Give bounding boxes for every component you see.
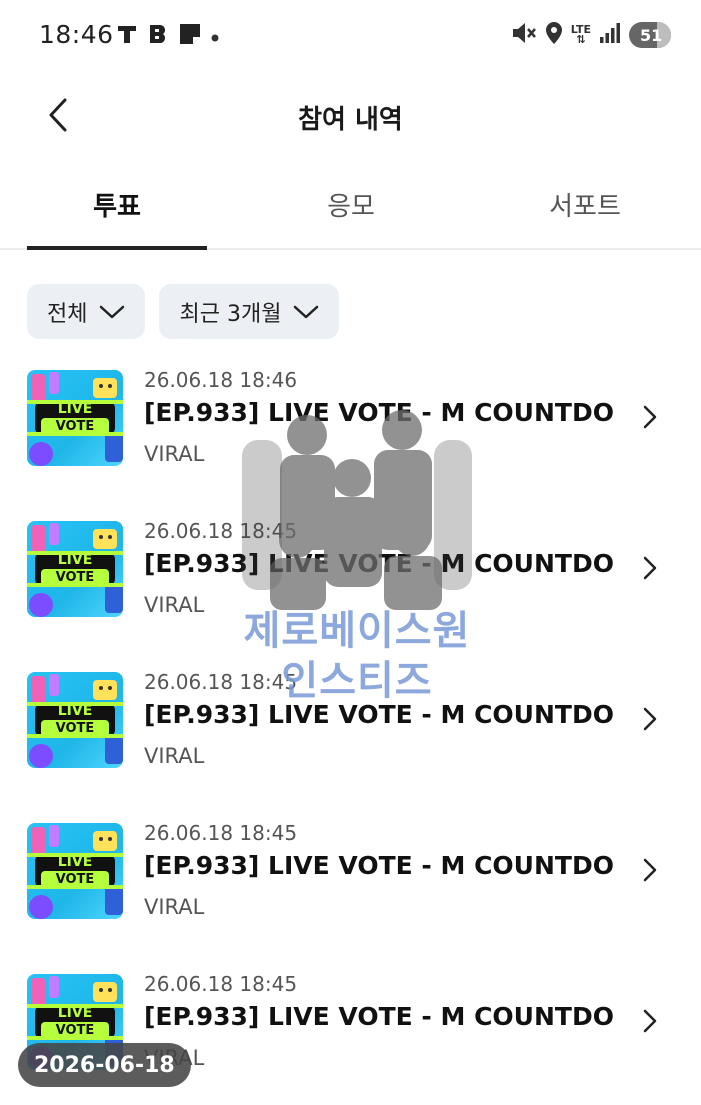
item-date: 26.06.18 18:45 — [144, 972, 298, 996]
period-filter-label: 최근 3개월 — [179, 301, 282, 327]
vote-thumbnail: LIVE VOTE — [27, 370, 123, 466]
item-title: [EP.933] LIVE VOTE - M COUNTDO... — [144, 398, 614, 427]
signal-icon — [599, 22, 621, 48]
item-title: [EP.933] LIVE VOTE - M COUNTDO... — [144, 851, 614, 880]
chevron-right-icon — [637, 1006, 661, 1036]
page-title: 참여 내역 — [298, 105, 403, 135]
thumbnail-text-top: LIVE — [57, 552, 93, 568]
thumbnail-text-bottom: VOTE — [41, 871, 109, 888]
chevron-right-icon — [637, 704, 661, 734]
tab-bar: 투표 응모 서포트 — [0, 168, 701, 250]
thumbnail-text-bottom: VOTE — [41, 418, 109, 435]
thumbnail-text-bottom: VOTE — [41, 569, 109, 586]
battery-level: 51 — [640, 25, 663, 45]
thumbnail-text-top: LIVE — [57, 401, 93, 417]
vote-thumbnail: LIVE VOTE — [27, 521, 123, 617]
mute-icon — [511, 21, 537, 49]
thumbnail-text-top: LIVE — [57, 854, 93, 870]
location-icon — [545, 21, 563, 49]
item-date: 26.06.18 18:46 — [144, 368, 298, 392]
lte-label: LTE — [570, 23, 591, 36]
status-bar: 18:46 LTE ⇅ 51 — [0, 0, 701, 70]
item-category: VIRAL — [144, 895, 205, 919]
item-category: VIRAL — [144, 442, 205, 466]
chevron-down-icon — [294, 305, 319, 318]
tab-support[interactable]: 서포트 — [495, 186, 675, 223]
item-title: [EP.933] LIVE VOTE - M COUNTDO... — [144, 700, 614, 729]
date-stamp: 2026-06-18 — [18, 1043, 191, 1087]
list-item[interactable]: LIVE VOTE 26.06.18 18:45 [EP.933] LIVE V… — [0, 811, 701, 941]
category-filter-label: 전체 — [47, 301, 88, 327]
chevron-down-icon — [100, 305, 125, 318]
t-app-icon — [116, 23, 138, 49]
list-item[interactable]: LIVE VOTE 26.06.18 18:45 [EP.933] LIVE V… — [0, 509, 701, 639]
lte-icon: LTE ⇅ — [570, 23, 591, 46]
dot-icon — [211, 27, 219, 46]
filter-bar: 전체 최근 3개월 — [27, 284, 340, 339]
chevron-right-icon — [637, 402, 661, 432]
item-category: VIRAL — [144, 593, 205, 617]
thumbnail-text-bottom: VOTE — [41, 720, 109, 737]
tab-vote[interactable]: 투표 — [27, 186, 207, 223]
item-title: [EP.933] LIVE VOTE - M COUNTDO... — [144, 1002, 614, 1031]
note-app-icon — [178, 22, 202, 50]
item-date: 26.06.18 18:45 — [144, 821, 298, 845]
category-filter-dropdown[interactable]: 전체 — [27, 284, 146, 339]
list-item[interactable]: LIVE VOTE 26.06.18 18:46 [EP.933] LIVE V… — [0, 358, 701, 488]
app-header: 참여 내역 — [0, 80, 701, 150]
chevron-right-icon — [637, 855, 661, 885]
tab-entry[interactable]: 응모 — [261, 186, 441, 223]
vote-thumbnail: LIVE VOTE — [27, 823, 123, 919]
thumbnail-text-top: LIVE — [57, 1005, 93, 1021]
item-title: [EP.933] LIVE VOTE - M COUNTDO... — [144, 549, 614, 578]
active-tab-indicator — [27, 246, 207, 250]
battery-indicator: 51 — [629, 22, 671, 48]
chevron-right-icon — [637, 553, 661, 583]
status-time: 18:46 — [39, 20, 114, 49]
period-filter-dropdown[interactable]: 최근 3개월 — [159, 284, 340, 339]
item-date: 26.06.18 18:45 — [144, 519, 298, 543]
thumbnail-text-top: LIVE — [57, 703, 93, 719]
system-icons: LTE ⇅ 51 — [511, 21, 671, 49]
item-date: 26.06.18 18:45 — [144, 670, 298, 694]
vote-thumbnail: LIVE VOTE — [27, 672, 123, 768]
b-app-icon — [147, 23, 169, 49]
item-category: VIRAL — [144, 744, 205, 768]
thumbnail-text-bottom: VOTE — [41, 1022, 109, 1039]
notification-icons — [116, 22, 219, 50]
list-item[interactable]: LIVE VOTE 26.06.18 18:45 [EP.933] LIVE V… — [0, 660, 701, 790]
